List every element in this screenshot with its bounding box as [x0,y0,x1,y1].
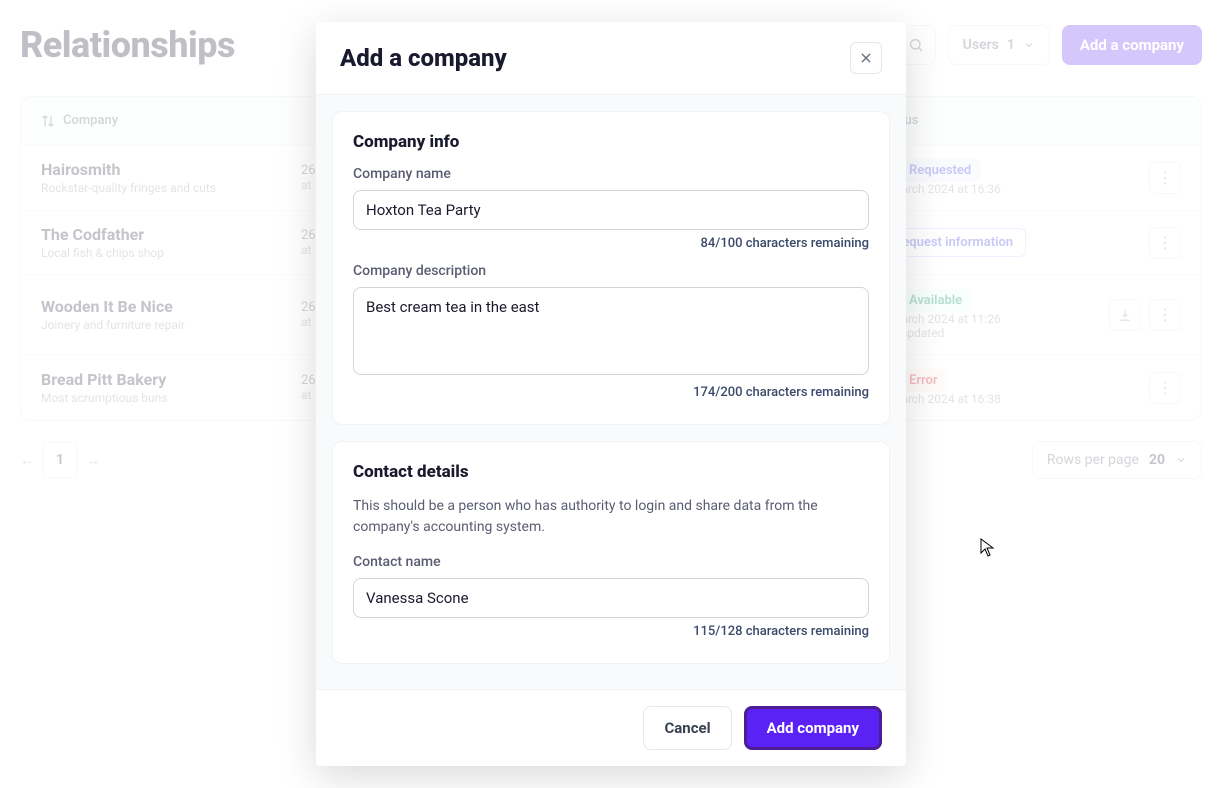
company-description-counter: 174/200 characters remaining [353,385,869,400]
contact-details-heading: Contact details [353,462,869,482]
modal-title: Add a company [340,44,507,72]
contact-name-counter: 115/128 characters remaining [353,624,869,639]
close-button[interactable] [850,42,882,74]
cancel-button[interactable]: Cancel [643,706,731,750]
company-name-label: Company name [353,166,869,182]
company-name-input[interactable] [353,190,869,230]
contact-name-input[interactable] [353,578,869,618]
company-description-label: Company description [353,263,869,279]
contact-details-card: Contact details This should be a person … [332,441,890,664]
company-description-input[interactable] [353,287,869,375]
add-company-modal: Add a company Company info Company name … [316,22,906,766]
modal-overlay: Add a company Company info Company name … [0,0,1222,788]
close-icon [859,51,873,65]
contact-details-hint: This should be a person who has authorit… [353,496,869,538]
company-info-heading: Company info [353,132,869,152]
company-info-card: Company info Company name 84/100 charact… [332,111,890,425]
contact-name-label: Contact name [353,554,869,570]
company-name-counter: 84/100 characters remaining [353,236,869,251]
add-company-submit-button[interactable]: Add company [744,706,882,750]
